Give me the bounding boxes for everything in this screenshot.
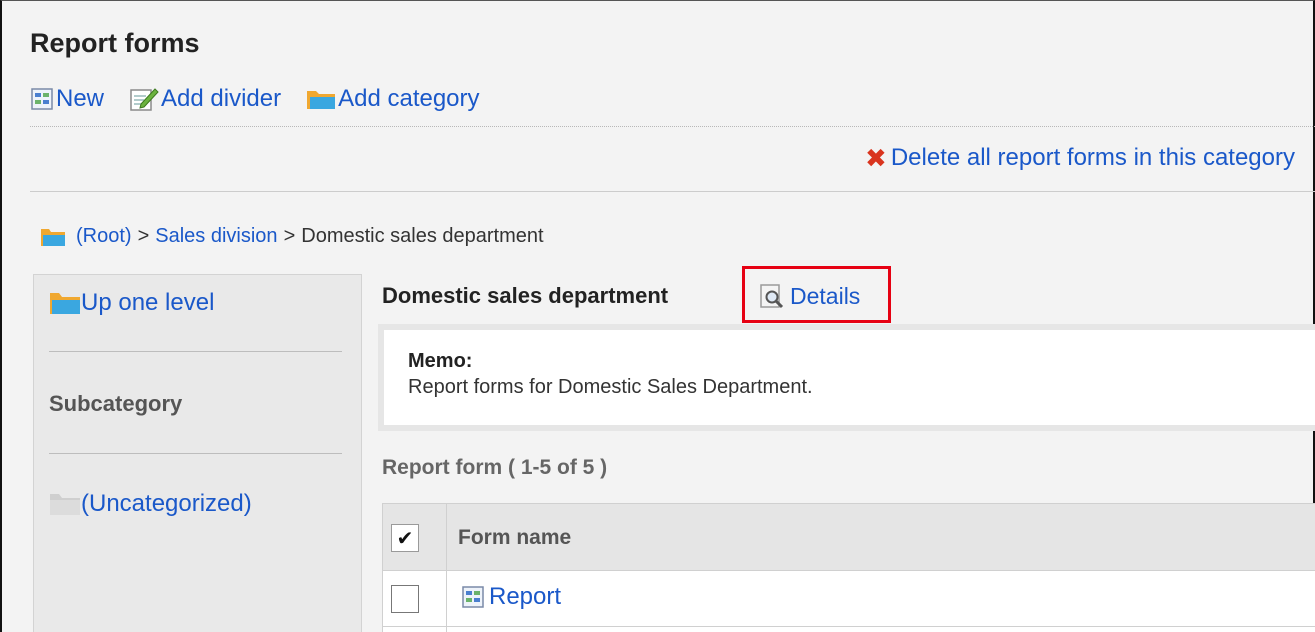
- breadcrumb-sales-division[interactable]: Sales division: [155, 225, 277, 248]
- delete-x-icon: ✖: [865, 143, 887, 173]
- uncategorized-label: (Uncategorized): [81, 490, 252, 517]
- add-category-button[interactable]: Add category: [306, 85, 480, 113]
- edit-note-icon: [130, 88, 159, 111]
- add-divider-label: Add divider: [161, 85, 282, 112]
- section-divider: [30, 191, 1315, 192]
- form-icon: [31, 88, 53, 110]
- report-form-list-heading: Report form ( 1-5 of 5 ): [382, 456, 608, 479]
- memo-box: Memo: Report forms for Domestic Sales De…: [378, 324, 1315, 431]
- magnifier-icon: [760, 284, 784, 309]
- breadcrumb-separator: >: [137, 225, 150, 247]
- new-label: New: [56, 85, 105, 112]
- folder-gray-icon: [50, 494, 80, 515]
- toolbar-divider: [30, 126, 1315, 127]
- folder-up-icon: [50, 293, 80, 314]
- category-sidebar: Up one level Subcategory (Uncategorized): [33, 274, 362, 632]
- uncategorized-link[interactable]: (Uncategorized): [49, 490, 252, 518]
- subcategory-heading: Subcategory: [49, 391, 183, 416]
- page-title: Report forms: [30, 28, 200, 58]
- column-form-name[interactable]: Form name: [458, 526, 571, 550]
- folder-icon: [307, 91, 336, 109]
- breadcrumb-root[interactable]: (Root): [76, 225, 132, 248]
- table-row: Report: [383, 571, 1315, 627]
- category-name: Domestic sales department: [382, 283, 669, 308]
- add-category-label: Add category: [338, 85, 480, 112]
- table-header-row: ✔ Form name: [383, 504, 1315, 571]
- up-one-level-link[interactable]: Up one level: [49, 289, 214, 317]
- details-label: Details: [790, 282, 861, 309]
- memo-text: Report forms for Domestic Sales Departme…: [408, 376, 813, 398]
- select-all-checkbox[interactable]: ✔: [391, 524, 419, 552]
- up-one-level-label: Up one level: [81, 289, 215, 316]
- delete-all-label: Delete all report forms in this category: [890, 144, 1295, 171]
- delete-all-button[interactable]: ✖ Delete all report forms in this catego…: [865, 144, 1295, 172]
- form-name-link[interactable]: Report: [461, 583, 561, 611]
- breadcrumb-separator: >: [283, 225, 296, 247]
- details-link[interactable]: Details: [759, 281, 860, 311]
- report-form-table: ✔ Form name Report: [382, 503, 1315, 632]
- toolbar: New Add divider Add category: [30, 83, 505, 115]
- memo-label: Memo:: [408, 350, 473, 372]
- row-checkbox[interactable]: [391, 585, 419, 613]
- new-button[interactable]: New: [30, 85, 104, 113]
- category-header: Domestic sales department: [382, 281, 674, 311]
- sidebar-divider: [49, 453, 342, 454]
- form-name-label: Report: [489, 583, 562, 610]
- sidebar-divider: [49, 351, 342, 352]
- breadcrumb: (Root) > Sales division > Domestic sales…: [40, 225, 544, 248]
- form-icon: [462, 586, 484, 608]
- app-frame: Report forms New Add divider Add categor…: [0, 0, 1315, 632]
- add-divider-button[interactable]: Add divider: [129, 85, 281, 113]
- folder-icon: [41, 228, 65, 246]
- breadcrumb-current: Domestic sales department: [301, 225, 544, 247]
